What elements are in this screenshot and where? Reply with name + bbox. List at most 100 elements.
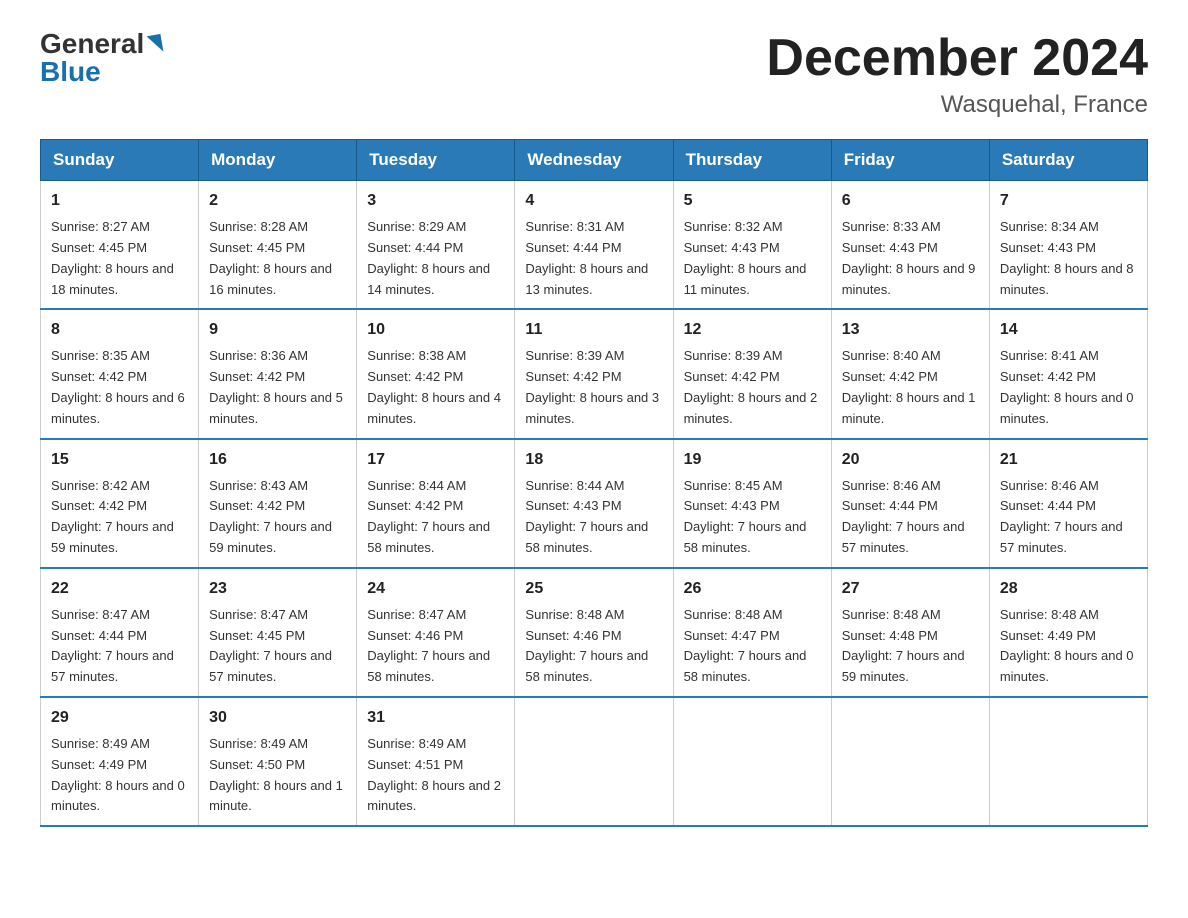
day-info: Sunrise: 8:47 AM Sunset: 4:46 PM Dayligh… [367, 605, 504, 688]
day-number: 26 [684, 577, 821, 601]
logo-blue-text: Blue [40, 58, 101, 86]
calendar-day-cell [831, 697, 989, 826]
day-number: 7 [1000, 189, 1137, 213]
day-number: 31 [367, 706, 504, 730]
day-number: 1 [51, 189, 188, 213]
calendar-week-row: 22 Sunrise: 8:47 AM Sunset: 4:44 PM Dayl… [41, 568, 1148, 697]
day-info: Sunrise: 8:39 AM Sunset: 4:42 PM Dayligh… [525, 346, 662, 429]
calendar-day-cell [515, 697, 673, 826]
calendar-week-row: 1 Sunrise: 8:27 AM Sunset: 4:45 PM Dayli… [41, 181, 1148, 310]
day-info: Sunrise: 8:39 AM Sunset: 4:42 PM Dayligh… [684, 346, 821, 429]
col-thursday: Thursday [673, 140, 831, 181]
day-number: 5 [684, 189, 821, 213]
day-number: 4 [525, 189, 662, 213]
day-info: Sunrise: 8:36 AM Sunset: 4:42 PM Dayligh… [209, 346, 346, 429]
day-info: Sunrise: 8:29 AM Sunset: 4:44 PM Dayligh… [367, 217, 504, 300]
month-title: December 2024 [766, 30, 1148, 87]
calendar-header: Sunday Monday Tuesday Wednesday Thursday… [41, 140, 1148, 181]
day-number: 3 [367, 189, 504, 213]
calendar-day-cell: 1 Sunrise: 8:27 AM Sunset: 4:45 PM Dayli… [41, 181, 199, 310]
location-text: Wasquehal, France [766, 91, 1148, 119]
calendar-day-cell: 24 Sunrise: 8:47 AM Sunset: 4:46 PM Dayl… [357, 568, 515, 697]
calendar-day-cell: 31 Sunrise: 8:49 AM Sunset: 4:51 PM Dayl… [357, 697, 515, 826]
day-number: 17 [367, 448, 504, 472]
calendar-day-cell: 15 Sunrise: 8:42 AM Sunset: 4:42 PM Dayl… [41, 439, 199, 568]
calendar-day-cell: 29 Sunrise: 8:49 AM Sunset: 4:49 PM Dayl… [41, 697, 199, 826]
day-number: 13 [842, 318, 979, 342]
logo-general-text: General [40, 30, 144, 58]
day-number: 28 [1000, 577, 1137, 601]
day-info: Sunrise: 8:48 AM Sunset: 4:48 PM Dayligh… [842, 605, 979, 688]
day-number: 29 [51, 706, 188, 730]
day-info: Sunrise: 8:45 AM Sunset: 4:43 PM Dayligh… [684, 476, 821, 559]
day-info: Sunrise: 8:49 AM Sunset: 4:51 PM Dayligh… [367, 734, 504, 817]
day-info: Sunrise: 8:43 AM Sunset: 4:42 PM Dayligh… [209, 476, 346, 559]
calendar-day-cell: 12 Sunrise: 8:39 AM Sunset: 4:42 PM Dayl… [673, 309, 831, 438]
calendar-day-cell: 9 Sunrise: 8:36 AM Sunset: 4:42 PM Dayli… [199, 309, 357, 438]
day-number: 24 [367, 577, 504, 601]
calendar-week-row: 29 Sunrise: 8:49 AM Sunset: 4:49 PM Dayl… [41, 697, 1148, 826]
day-info: Sunrise: 8:42 AM Sunset: 4:42 PM Dayligh… [51, 476, 188, 559]
day-number: 15 [51, 448, 188, 472]
logo-triangle-icon [147, 34, 164, 54]
col-tuesday: Tuesday [357, 140, 515, 181]
calendar-day-cell: 25 Sunrise: 8:48 AM Sunset: 4:46 PM Dayl… [515, 568, 673, 697]
calendar-day-cell: 23 Sunrise: 8:47 AM Sunset: 4:45 PM Dayl… [199, 568, 357, 697]
day-number: 25 [525, 577, 662, 601]
page-header: General Blue December 2024 Wasquehal, Fr… [40, 30, 1148, 119]
calendar-day-cell: 16 Sunrise: 8:43 AM Sunset: 4:42 PM Dayl… [199, 439, 357, 568]
day-info: Sunrise: 8:33 AM Sunset: 4:43 PM Dayligh… [842, 217, 979, 300]
day-info: Sunrise: 8:49 AM Sunset: 4:50 PM Dayligh… [209, 734, 346, 817]
calendar-week-row: 15 Sunrise: 8:42 AM Sunset: 4:42 PM Dayl… [41, 439, 1148, 568]
day-number: 20 [842, 448, 979, 472]
calendar-day-cell: 3 Sunrise: 8:29 AM Sunset: 4:44 PM Dayli… [357, 181, 515, 310]
calendar-day-cell: 22 Sunrise: 8:47 AM Sunset: 4:44 PM Dayl… [41, 568, 199, 697]
day-info: Sunrise: 8:46 AM Sunset: 4:44 PM Dayligh… [1000, 476, 1137, 559]
col-monday: Monday [199, 140, 357, 181]
day-info: Sunrise: 8:40 AM Sunset: 4:42 PM Dayligh… [842, 346, 979, 429]
calendar-table: Sunday Monday Tuesday Wednesday Thursday… [40, 139, 1148, 827]
day-info: Sunrise: 8:34 AM Sunset: 4:43 PM Dayligh… [1000, 217, 1137, 300]
day-number: 11 [525, 318, 662, 342]
col-saturday: Saturday [989, 140, 1147, 181]
calendar-day-cell: 28 Sunrise: 8:48 AM Sunset: 4:49 PM Dayl… [989, 568, 1147, 697]
calendar-day-cell: 4 Sunrise: 8:31 AM Sunset: 4:44 PM Dayli… [515, 181, 673, 310]
calendar-day-cell: 10 Sunrise: 8:38 AM Sunset: 4:42 PM Dayl… [357, 309, 515, 438]
day-info: Sunrise: 8:31 AM Sunset: 4:44 PM Dayligh… [525, 217, 662, 300]
day-info: Sunrise: 8:35 AM Sunset: 4:42 PM Dayligh… [51, 346, 188, 429]
calendar-body: 1 Sunrise: 8:27 AM Sunset: 4:45 PM Dayli… [41, 181, 1148, 826]
day-info: Sunrise: 8:47 AM Sunset: 4:44 PM Dayligh… [51, 605, 188, 688]
day-number: 8 [51, 318, 188, 342]
day-number: 19 [684, 448, 821, 472]
day-info: Sunrise: 8:47 AM Sunset: 4:45 PM Dayligh… [209, 605, 346, 688]
day-number: 22 [51, 577, 188, 601]
logo: General Blue [40, 30, 162, 86]
calendar-week-row: 8 Sunrise: 8:35 AM Sunset: 4:42 PM Dayli… [41, 309, 1148, 438]
title-section: December 2024 Wasquehal, France [766, 30, 1148, 119]
day-info: Sunrise: 8:48 AM Sunset: 4:49 PM Dayligh… [1000, 605, 1137, 688]
calendar-day-cell: 13 Sunrise: 8:40 AM Sunset: 4:42 PM Dayl… [831, 309, 989, 438]
day-info: Sunrise: 8:48 AM Sunset: 4:47 PM Dayligh… [684, 605, 821, 688]
day-info: Sunrise: 8:46 AM Sunset: 4:44 PM Dayligh… [842, 476, 979, 559]
calendar-day-cell: 2 Sunrise: 8:28 AM Sunset: 4:45 PM Dayli… [199, 181, 357, 310]
day-number: 2 [209, 189, 346, 213]
day-number: 18 [525, 448, 662, 472]
day-info: Sunrise: 8:32 AM Sunset: 4:43 PM Dayligh… [684, 217, 821, 300]
calendar-day-cell: 8 Sunrise: 8:35 AM Sunset: 4:42 PM Dayli… [41, 309, 199, 438]
col-friday: Friday [831, 140, 989, 181]
col-sunday: Sunday [41, 140, 199, 181]
calendar-day-cell: 27 Sunrise: 8:48 AM Sunset: 4:48 PM Dayl… [831, 568, 989, 697]
day-number: 9 [209, 318, 346, 342]
day-number: 27 [842, 577, 979, 601]
day-info: Sunrise: 8:48 AM Sunset: 4:46 PM Dayligh… [525, 605, 662, 688]
col-wednesday: Wednesday [515, 140, 673, 181]
day-number: 30 [209, 706, 346, 730]
calendar-day-cell: 21 Sunrise: 8:46 AM Sunset: 4:44 PM Dayl… [989, 439, 1147, 568]
calendar-day-cell: 18 Sunrise: 8:44 AM Sunset: 4:43 PM Dayl… [515, 439, 673, 568]
day-info: Sunrise: 8:41 AM Sunset: 4:42 PM Dayligh… [1000, 346, 1137, 429]
day-number: 16 [209, 448, 346, 472]
day-number: 12 [684, 318, 821, 342]
calendar-day-cell: 20 Sunrise: 8:46 AM Sunset: 4:44 PM Dayl… [831, 439, 989, 568]
calendar-day-cell: 6 Sunrise: 8:33 AM Sunset: 4:43 PM Dayli… [831, 181, 989, 310]
day-number: 6 [842, 189, 979, 213]
